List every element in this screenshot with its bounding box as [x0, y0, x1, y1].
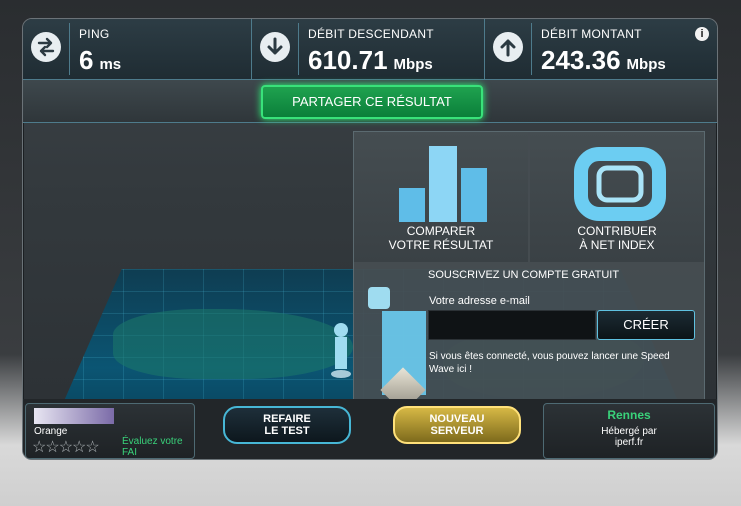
new-server-button[interactable]: NOUVEAU SERVEUR — [393, 406, 521, 444]
share-result-button[interactable]: PARTAGER CE RÉSULTAT — [261, 85, 483, 119]
ping-metric: PING 6 ms — [23, 19, 252, 79]
isp-rating-stars[interactable]: ☆☆☆☆☆ — [32, 437, 100, 457]
contribute-label-line1: CONTRIBUER — [577, 224, 657, 238]
rate-line1: Évaluez votre — [122, 436, 183, 447]
rate-isp-link[interactable]: Évaluez votre FAI — [122, 436, 183, 458]
new-server-line1: NOUVEAU — [429, 413, 485, 425]
download-number: 610.71 — [308, 45, 388, 75]
server-panel: Rennes Hébergé par iperf.fr — [543, 403, 715, 459]
signup-title: SOUSCRIVEZ UN COMPTE GRATUIT — [428, 269, 620, 281]
isp-name: Orange — [34, 426, 68, 437]
ping-divider — [69, 23, 70, 75]
compare-label-line1: COMPARER — [406, 224, 476, 238]
upload-divider — [531, 23, 532, 75]
net-index-icon — [574, 147, 666, 221]
ping-value: 6 ms — [79, 45, 121, 76]
new-server-line2: SERVEUR — [430, 425, 484, 437]
upload-metric: DÉBIT MONTANT 243.36 Mbps — [485, 19, 717, 79]
upload-arrow-icon — [493, 32, 523, 62]
ping-icon — [31, 32, 61, 62]
bar-chart-icon — [399, 146, 487, 222]
retest-line1: REFAIRE — [263, 413, 311, 425]
download-label: DÉBIT DESCENDANT — [308, 27, 434, 41]
create-account-button[interactable]: CRÉER — [597, 310, 695, 340]
download-divider — [298, 23, 299, 75]
download-metric: DÉBIT DESCENDANT 610.71 Mbps i — [252, 19, 709, 79]
email-label: Votre adresse e-mail — [429, 295, 530, 307]
upload-label: DÉBIT MONTANT — [541, 27, 642, 41]
upload-value: 243.36 Mbps — [541, 45, 666, 76]
compare-tile-label: COMPARER VOTRE RÉSULTAT — [354, 224, 528, 252]
upload-number: 243.36 — [541, 45, 621, 75]
retest-label: REFAIRE LE TEST — [263, 413, 311, 437]
ping-unit: ms — [99, 56, 122, 73]
compare-result-tile[interactable]: COMPARER VOTRE RÉSULTAT — [354, 132, 528, 262]
contribute-tile-label: CONTRIBUER À NET INDEX — [530, 224, 704, 252]
new-server-label: NOUVEAU SERVEUR — [429, 413, 484, 437]
upload-unit: Mbps — [626, 56, 666, 73]
download-value: 610.71 Mbps — [308, 45, 433, 76]
contribute-tile[interactable]: CONTRIBUER À NET INDEX — [530, 132, 704, 262]
isp-logo — [34, 408, 114, 424]
speed-wave-note: Si vous êtes connecté, vous pouvez lance… — [429, 351, 670, 375]
compare-label-line2: VOTRE RÉSULTAT — [388, 238, 494, 252]
retest-line2: LE TEST — [264, 425, 310, 437]
server-host: Hébergé par iperf.fr — [544, 426, 714, 448]
ping-number: 6 — [79, 45, 94, 75]
retest-button[interactable]: REFAIRE LE TEST — [223, 406, 351, 444]
isp-panel: Orange ☆☆☆☆☆ Évaluez votre FAI — [25, 403, 195, 459]
download-unit: Mbps — [393, 56, 433, 73]
ping-label: PING — [79, 27, 110, 41]
contribute-label-line2: À NET INDEX — [579, 238, 655, 252]
rate-line2: FAI — [122, 447, 138, 458]
speedtest-frame: PING 6 ms DÉBIT DESCENDANT 610.71 Mbps i D… — [22, 18, 718, 460]
hosted-line2: iperf.fr — [614, 437, 644, 448]
server-city: Rennes — [607, 408, 651, 422]
download-arrow-icon — [260, 32, 290, 62]
hosted-line1: Hébergé par — [601, 426, 657, 437]
results-bar: PING 6 ms DÉBIT DESCENDANT 610.71 Mbps i D… — [23, 19, 717, 80]
email-input[interactable] — [428, 310, 596, 340]
